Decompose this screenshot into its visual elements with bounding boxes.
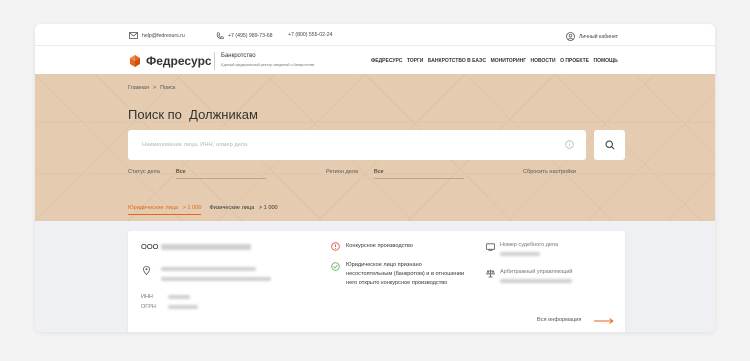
header-divider bbox=[214, 52, 215, 70]
arbitration-manager-label: Арбитражный управляющий bbox=[500, 269, 573, 275]
nav-about[interactable]: О ПРОЕКТЕ bbox=[560, 58, 589, 64]
fedresurs-logo-icon bbox=[130, 55, 140, 67]
court-case-icon bbox=[486, 243, 495, 251]
cabinet-text: Личный кабинет bbox=[579, 33, 619, 40]
nav-fedresurs[interactable]: ФЕДРЕСУРС bbox=[371, 58, 402, 64]
section-subtitle: Единый федеральный реестр сведений о бан… bbox=[221, 63, 315, 67]
case-number-label: Номер судебного дела bbox=[500, 242, 559, 248]
search-input[interactable] bbox=[128, 130, 586, 160]
arrow-right-icon[interactable] bbox=[594, 318, 614, 324]
more-info-link[interactable]: Вся информация bbox=[537, 317, 581, 323]
address-redacted-1 bbox=[161, 267, 256, 271]
nav-help[interactable]: ПОМОЩЬ bbox=[594, 58, 618, 64]
search-button[interactable] bbox=[594, 130, 625, 160]
tab-individuals[interactable]: Физические лица > 1 000 bbox=[209, 205, 277, 215]
phone-contact-1[interactable]: +7 (495) 989-73-68 bbox=[216, 32, 273, 40]
results-tabs: Юридические лица > 1 000 Физические лица… bbox=[128, 205, 278, 215]
region-filter-select[interactable]: Все bbox=[374, 169, 464, 179]
scales-icon bbox=[486, 269, 495, 278]
nav-bankruptcy-eaes[interactable]: БАНКРОТСТВО В ЕАЭС bbox=[428, 58, 486, 64]
status-filter-select[interactable]: Все bbox=[176, 169, 266, 179]
case-number-redacted bbox=[500, 252, 540, 256]
main-nav: ФЕДРЕСУРС ТОРГИ БАНКРОТСТВО В ЕАЭС МОНИТ… bbox=[371, 58, 618, 64]
search-section: Главная > Поиск Поиск по Должникам Стату… bbox=[35, 74, 715, 221]
nav-news[interactable]: НОВОСТИ bbox=[531, 58, 556, 64]
contact-bar: help@fedresurs.ru +7 (495) 989-73-68 +7 … bbox=[35, 24, 715, 46]
location-pin-icon bbox=[143, 266, 150, 275]
cabinet-link[interactable]: Личный кабинет bbox=[566, 32, 618, 41]
region-filter-label: Регион дела bbox=[326, 169, 359, 175]
breadcrumb-home[interactable]: Главная bbox=[128, 85, 149, 91]
status-filter-label: Статус дела bbox=[128, 169, 160, 175]
ogrn-label: ОГРН bbox=[141, 304, 156, 310]
tab-individuals-label: Физические лица bbox=[209, 205, 255, 211]
ogrn-redacted bbox=[168, 305, 198, 309]
phone-contact-2[interactable]: +7 (800) 555-02-24 bbox=[288, 32, 333, 38]
section-title: Банкротство bbox=[221, 53, 256, 59]
manager-name-redacted bbox=[500, 279, 572, 283]
phone-text-2: +7 (800) 555-02-24 bbox=[288, 32, 333, 38]
logo-text: Федресурс bbox=[146, 54, 212, 68]
search-icon bbox=[604, 140, 615, 150]
tab-legal-label: Юридические лица bbox=[128, 205, 179, 211]
nav-torgi[interactable]: ТОРГИ bbox=[407, 58, 424, 64]
breadcrumb-current: Поиск bbox=[160, 85, 176, 91]
inn-label: ИНН bbox=[141, 294, 153, 300]
info-icon[interactable] bbox=[565, 140, 574, 149]
page-title: Поиск по Должникам bbox=[128, 107, 258, 122]
tab-legal-count: > 1 000 bbox=[182, 205, 202, 211]
tab-individuals-count: > 1 000 bbox=[258, 205, 278, 211]
org-prefix: ООО bbox=[141, 242, 159, 251]
phone-icon bbox=[216, 32, 224, 40]
reset-filters-link[interactable]: Сбросить настройки bbox=[523, 169, 576, 175]
breadcrumb: Главная > Поиск bbox=[128, 85, 175, 91]
browser-page: help@fedresurs.ru +7 (495) 989-73-68 +7 … bbox=[35, 24, 715, 332]
breadcrumb-separator: > bbox=[152, 85, 157, 91]
check-circle-icon bbox=[331, 262, 340, 271]
user-icon bbox=[566, 32, 575, 41]
phone-text-1: +7 (495) 989-73-68 bbox=[228, 33, 273, 39]
address-redacted-2 bbox=[161, 277, 271, 281]
result-card[interactable]: ООО ИНН ОГРН Конкурсное производство Юри… bbox=[128, 231, 625, 332]
warning-circle-icon bbox=[331, 242, 340, 251]
email-text: help@fedresurs.ru bbox=[142, 32, 185, 39]
site-header: Федресурс Банкротство Единый федеральный… bbox=[35, 46, 715, 74]
case-status-text: Конкурсное производство bbox=[346, 243, 413, 249]
logo[interactable]: Федресурс bbox=[129, 54, 212, 68]
mail-icon bbox=[129, 32, 138, 39]
bankruptcy-status-text: Юридическое лицо признано несостоятельны… bbox=[346, 262, 465, 287]
tab-legal-entities[interactable]: Юридические лица > 1 000 bbox=[128, 205, 202, 215]
org-name-redacted bbox=[161, 244, 251, 250]
email-contact[interactable]: help@fedresurs.ru bbox=[129, 32, 185, 39]
inn-redacted bbox=[168, 295, 190, 299]
nav-monitoring[interactable]: МОНИТОРИНГ bbox=[491, 58, 526, 64]
